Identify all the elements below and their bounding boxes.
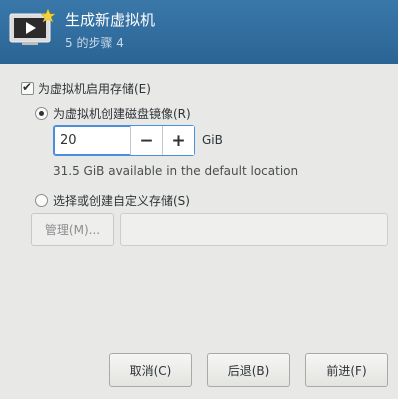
vm-monitor-star-icon (8, 8, 56, 48)
wizard-title: 生成新虚拟机 (65, 11, 156, 29)
disk-size-input[interactable] (54, 126, 130, 155)
disk-size-unit: GiB (202, 133, 223, 147)
wizard-step-indicator: 5 的步骤 4 (65, 36, 124, 50)
radio-button[interactable] (35, 107, 48, 120)
storage-path-input[interactable] (120, 213, 388, 246)
enable-storage-label: 为虚拟机启用存储(E) (38, 82, 151, 96)
disk-size-spinbox[interactable]: − + (53, 125, 195, 156)
available-space-text: 31.5 GiB available in the default locati… (53, 164, 299, 178)
create-disk-image-label: 为虚拟机创建磁盘镜像(R) (53, 107, 191, 121)
enable-storage-checkbox[interactable]: ✔ 为虚拟机启用存储(E) (21, 80, 151, 97)
checkmark-icon: ✔ (22, 80, 33, 94)
custom-storage-label: 选择或创建自定义存储(S) (53, 194, 190, 208)
decrement-button[interactable]: − (130, 126, 162, 155)
wizard-header: 生成新虚拟机 5 的步骤 4 (0, 0, 398, 64)
radio-button[interactable] (35, 194, 48, 207)
create-disk-image-radio[interactable]: 为虚拟机创建磁盘镜像(R) (35, 105, 191, 122)
manage-storage-button[interactable]: 管理(M)... (31, 213, 114, 246)
checkbox-box[interactable]: ✔ (21, 80, 34, 95)
forward-button[interactable]: 前进(F) (305, 353, 388, 387)
radio-selected-dot (39, 111, 44, 116)
increment-button[interactable]: + (162, 126, 194, 155)
cancel-button[interactable]: 取消(C) (109, 353, 192, 387)
new-vm-wizard-window: 生成新虚拟机 5 的步骤 4 ✔ 为虚拟机启用存储(E) 为虚拟机创建磁盘镜像(… (0, 0, 398, 399)
custom-storage-radio[interactable]: 选择或创建自定义存储(S) (35, 192, 190, 209)
back-button[interactable]: 后退(B) (207, 353, 290, 387)
